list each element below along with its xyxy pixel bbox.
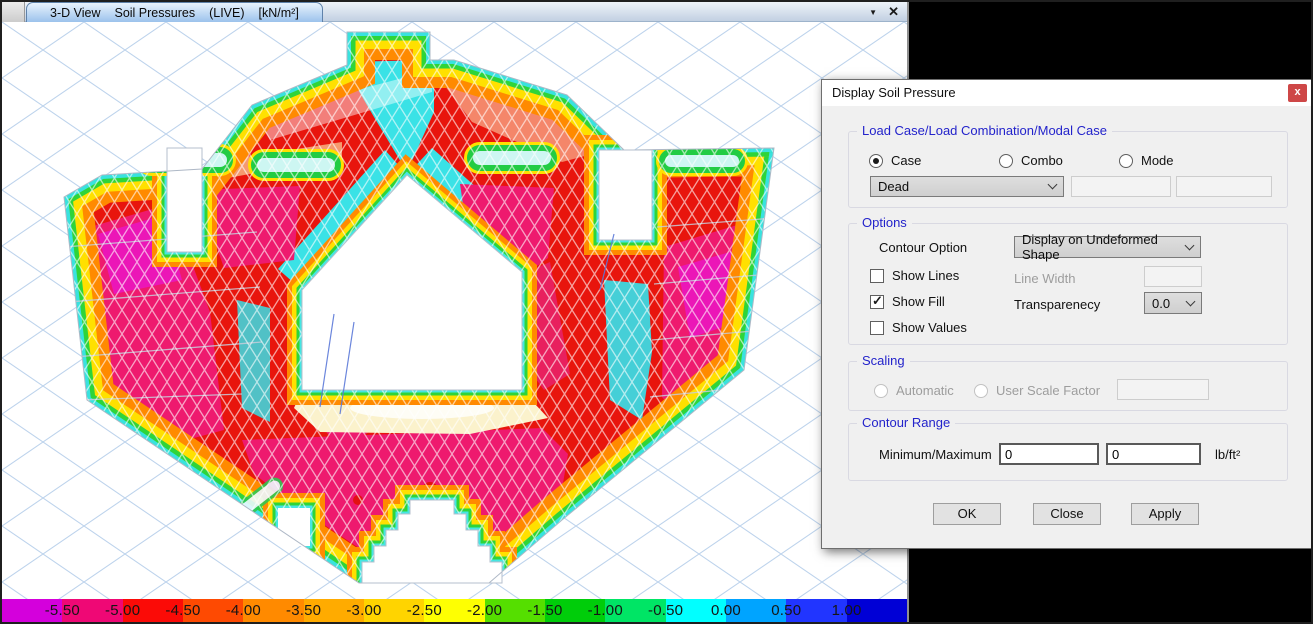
view-tabbar: 3-D View Soil Pressures (LIVE) [kN/m²] ▼ ✕ — [2, 2, 907, 22]
chevron-down-icon — [1186, 296, 1196, 306]
mode-radio-circle[interactable] — [1119, 154, 1133, 168]
load-case-select-value: Dead — [878, 179, 909, 194]
tab-title-part: (LIVE) — [209, 6, 244, 20]
tab-menu-icon[interactable]: ▼ — [869, 8, 877, 17]
model-canvas[interactable] — [2, 22, 907, 599]
contour-legend: -5.50 -5.00 -4.50 -4.00 -3.50 -3.00 -2.50 -2.00… — [2, 599, 907, 622]
display-soil-pressure-dialog: Display Soil Pressure x Load Case/Load C… — [821, 79, 1313, 549]
legend-value: -3.50 — [286, 599, 321, 622]
legend-value: -5.00 — [105, 599, 140, 622]
legend-value: -5.50 — [45, 599, 80, 622]
ok-button[interactable]: OK — [933, 503, 1001, 525]
min-max-label: Minimum/Maximum — [879, 447, 992, 462]
tabbar-corner — [2, 2, 25, 22]
show-lines-box[interactable] — [870, 269, 884, 283]
line-width-label: Line Width — [1014, 271, 1075, 286]
close-button[interactable]: Close — [1033, 503, 1101, 525]
chevron-down-icon — [1185, 240, 1195, 250]
user-scale-field — [1117, 379, 1209, 400]
tabbar-controls: ▼ ✕ — [869, 2, 899, 22]
minimum-field[interactable] — [999, 443, 1099, 465]
load-case-group-title: Load Case/Load Combination/Modal Case — [857, 123, 1112, 139]
legend-value: -0.50 — [648, 599, 683, 622]
view-tab[interactable]: 3-D View Soil Pressures (LIVE) [kN/m²] — [26, 2, 323, 22]
scaling-group-title: Scaling — [857, 353, 910, 369]
load-case-group: Load Case/Load Combination/Modal Case Ca… — [848, 131, 1288, 208]
combo-radio-label: Combo — [1021, 153, 1063, 168]
show-values-checkbox[interactable]: Show Values — [870, 320, 967, 335]
show-fill-box[interactable] — [870, 295, 884, 309]
contour-option-value: Display on Undeformed Shape — [1022, 232, 1186, 262]
show-fill-label: Show Fill — [892, 294, 945, 309]
tab-title-part: Soil Pressures — [114, 6, 195, 20]
user-scale-radio: User Scale Factor — [974, 383, 1100, 398]
automatic-radio-label: Automatic — [896, 383, 954, 398]
case-radio-label: Case — [891, 153, 921, 168]
tab-close-icon[interactable]: ✕ — [888, 4, 899, 20]
legend-value: -2.00 — [467, 599, 502, 622]
contour-option-select[interactable]: Display on Undeformed Shape — [1014, 236, 1201, 258]
show-values-label: Show Values — [892, 320, 967, 335]
legend-value: -3.00 — [346, 599, 381, 622]
scaling-group: Scaling Automatic User Scale Factor — [848, 361, 1288, 411]
user-scale-radio-circle — [974, 384, 988, 398]
case-radio[interactable]: Case — [869, 153, 921, 168]
mode-radio[interactable]: Mode — [1119, 153, 1174, 168]
automatic-radio: Automatic — [874, 383, 954, 398]
options-group: Options Contour Option Display on Undefo… — [848, 223, 1288, 345]
transparency-value: 0.0 — [1152, 296, 1170, 311]
show-values-box[interactable] — [870, 321, 884, 335]
contour-range-group-title: Contour Range — [857, 415, 955, 431]
legend-value: -4.50 — [165, 599, 200, 622]
legend-value: 0.50 — [771, 599, 801, 622]
mode-value-field — [1176, 176, 1272, 197]
legend-value: -1.50 — [527, 599, 562, 622]
combo-radio[interactable]: Combo — [999, 153, 1063, 168]
mode-radio-label: Mode — [1141, 153, 1174, 168]
transparency-label: Transparenecy — [1014, 297, 1100, 312]
soil-pressure-3d-figure — [2, 22, 907, 599]
view-window: 3-D View Soil Pressures (LIVE) [kN/m²] ▼ ✕ — [2, 2, 909, 622]
legend-value: -1.00 — [588, 599, 623, 622]
legend-segment: -5.50 — [2, 599, 62, 622]
combo-radio-circle[interactable] — [999, 154, 1013, 168]
legend-value: 0.00 — [711, 599, 741, 622]
maximum-field[interactable] — [1106, 443, 1201, 465]
line-width-field — [1144, 266, 1202, 287]
app-window: 3-D View Soil Pressures (LIVE) [kN/m²] ▼ ✕ — [0, 0, 1313, 624]
contour-option-label: Contour Option — [879, 240, 967, 255]
legend-value: -2.50 — [407, 599, 442, 622]
contour-range-group: Contour Range Minimum/Maximum lb/ft² — [848, 423, 1288, 481]
load-case-select[interactable]: Dead — [870, 176, 1064, 197]
unit-label: lb/ft² — [1215, 447, 1240, 462]
show-fill-checkbox[interactable]: Show Fill — [870, 294, 945, 309]
automatic-radio-circle — [874, 384, 888, 398]
dialog-titlebar[interactable]: Display Soil Pressure x — [822, 80, 1312, 106]
user-scale-radio-label: User Scale Factor — [996, 383, 1100, 398]
tab-title-part: [kN/m²] — [259, 6, 299, 20]
tab-title-part: 3-D View — [50, 6, 100, 20]
show-lines-checkbox[interactable]: Show Lines — [870, 268, 959, 283]
dialog-title: Display Soil Pressure — [832, 85, 956, 100]
apply-button[interactable]: Apply — [1131, 503, 1199, 525]
transparency-select[interactable]: 0.0 — [1144, 292, 1202, 314]
legend-value: 1.00 — [832, 599, 862, 622]
chevron-down-icon — [1048, 180, 1058, 190]
options-group-title: Options — [857, 215, 912, 231]
dialog-close-button[interactable]: x — [1288, 84, 1307, 102]
show-lines-label: Show Lines — [892, 268, 959, 283]
case-radio-circle[interactable] — [869, 154, 883, 168]
legend-value: -4.00 — [226, 599, 261, 622]
combo-value-field — [1071, 176, 1171, 197]
